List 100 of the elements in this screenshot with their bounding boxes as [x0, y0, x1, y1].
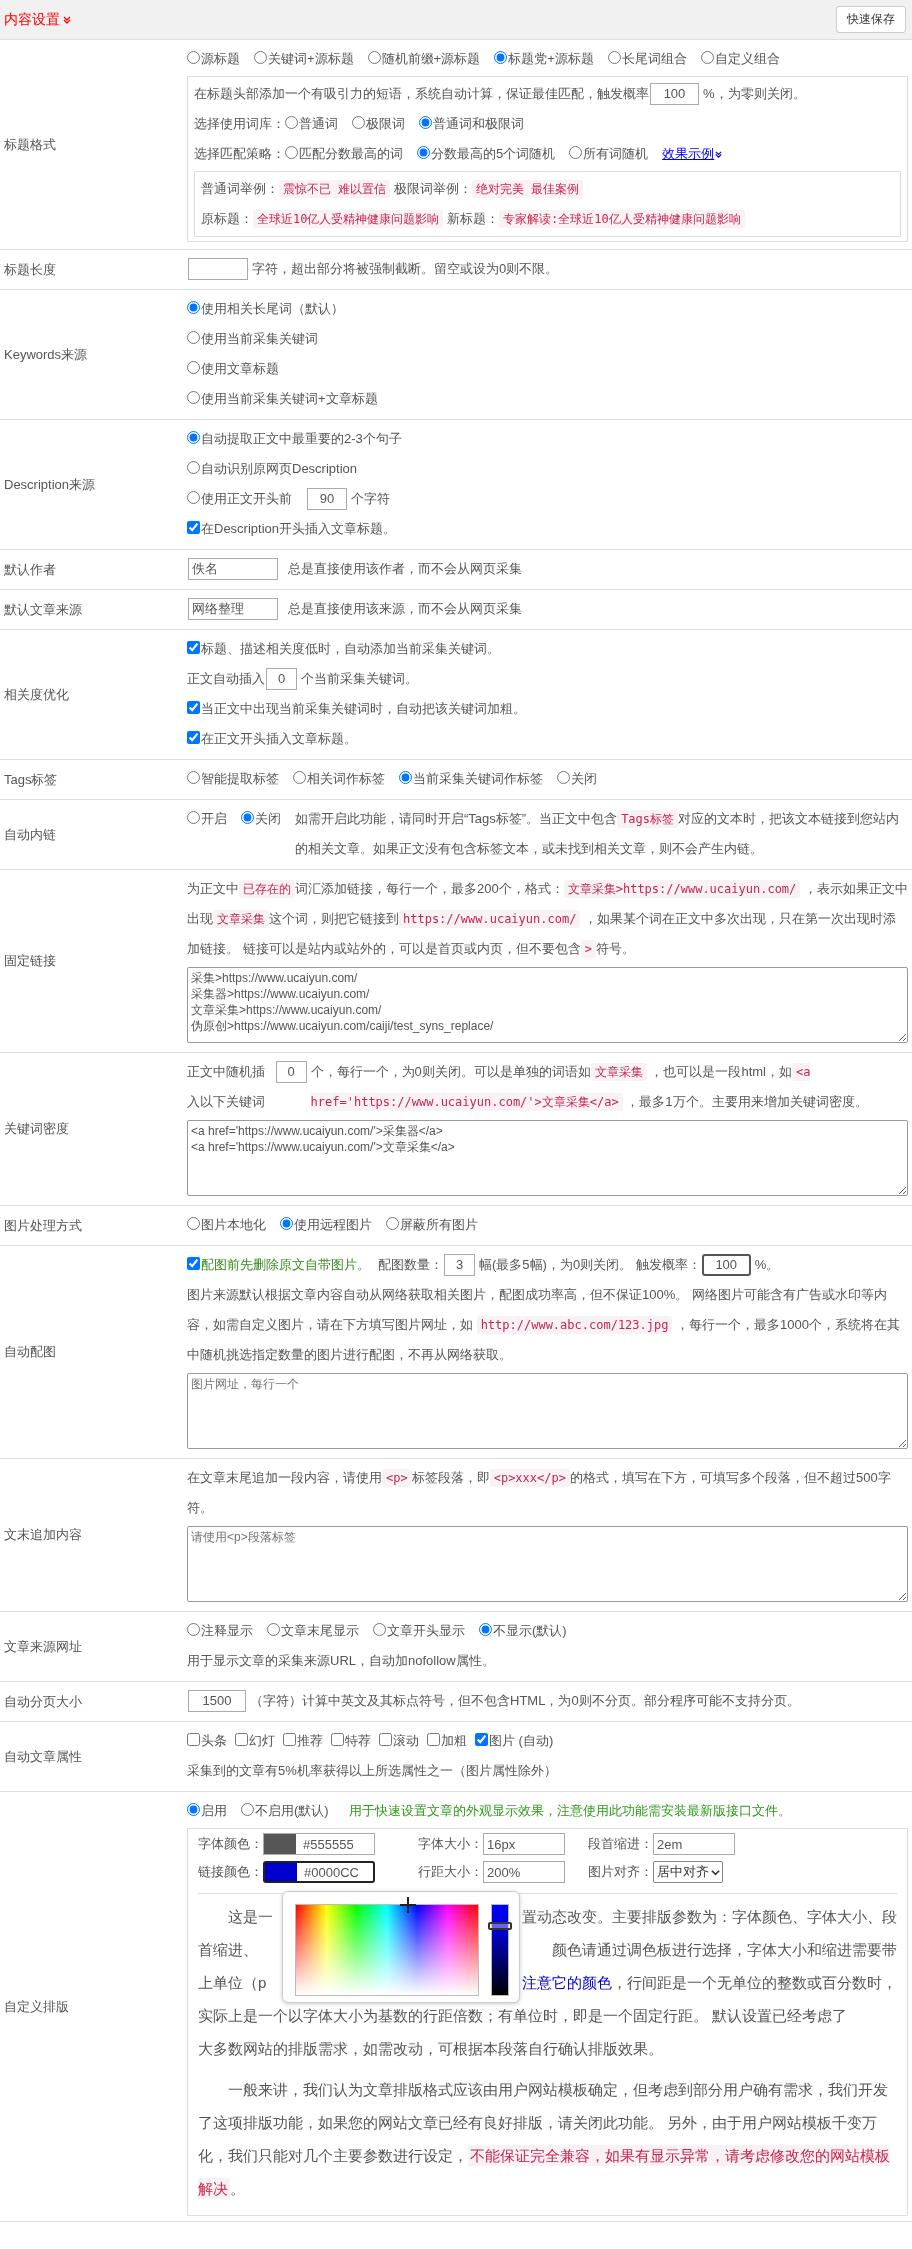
radio-button[interactable] [386, 1217, 399, 1230]
radio-option[interactable]: 匹配分数最高的词 [285, 139, 403, 169]
radio-option[interactable]: 普通词和极限词 [419, 109, 524, 139]
number-field[interactable]: 0 [275, 1061, 307, 1083]
checkbox[interactable] [187, 731, 200, 744]
section-title[interactable]: 内容设置 [4, 10, 72, 29]
checkbox-option[interactable]: 滚动 [379, 1726, 419, 1756]
checkbox-option[interactable]: 配图前先删除原文自带图片。 [187, 1250, 370, 1280]
radio-option[interactable]: 关闭 [241, 804, 281, 834]
text-area[interactable]: <a href='https://www.ucaiyun.com/'>采集器</a> <a href='https://www.ucaiyun.com/'>文章采集</a> [187, 1120, 908, 1196]
save-button[interactable]: 快速保存 [836, 6, 906, 33]
radio-option[interactable]: 使用远程图片 [280, 1210, 372, 1240]
radio-button[interactable] [367, 51, 381, 64]
radio-button[interactable] [557, 771, 570, 784]
radio-option[interactable]: 自定义组合 [700, 44, 780, 74]
radio-option[interactable]: 分数最高的5个词随机 [417, 139, 556, 169]
radio-option[interactable]: 图片本地化 [187, 1210, 266, 1240]
radio-button[interactable] [280, 1217, 293, 1230]
color-field[interactable]: #0000CC [263, 1861, 375, 1883]
radio-button[interactable] [352, 116, 365, 129]
radio-option[interactable]: 关键词+源标题 [254, 44, 354, 74]
checkbox-option[interactable]: 头条 [187, 1726, 227, 1756]
radio-option[interactable]: 标题党+源标题 [494, 44, 594, 74]
number-field[interactable]: 90 [307, 488, 347, 510]
number-field[interactable]: 3 [444, 1254, 475, 1276]
text-area[interactable]: 采集>https://www.ucaiyun.com/ 采集器>https://www.ucaiyun.com/ 文章采集>https://www.ucaiyun.com/ 伪原创>https://www.ucaiyun.com/caiji/test_syns_replace/ [187, 967, 908, 1043]
radio-option[interactable]: 相关词作标签 [293, 764, 385, 794]
radio-button[interactable] [187, 361, 200, 374]
checkbox-option[interactable]: 加粗 [427, 1726, 467, 1756]
radio-button[interactable] [187, 771, 200, 784]
checkbox-option[interactable]: 在Description开头插入文章标题。 [187, 514, 397, 544]
checkbox[interactable] [331, 1733, 344, 1746]
radio-option[interactable]: 使用正文开头前 [187, 484, 292, 514]
checkbox[interactable] [379, 1733, 392, 1746]
radio-button[interactable] [267, 1623, 280, 1636]
radio-button[interactable] [373, 1623, 386, 1636]
radio-button[interactable] [254, 51, 267, 64]
number-field[interactable] [188, 258, 248, 280]
radio-button[interactable] [187, 431, 200, 444]
text-area[interactable]: 图片网址，每行一个 [187, 1373, 908, 1449]
radio-button[interactable] [187, 811, 200, 824]
color-spectrum[interactable] [295, 1904, 479, 1996]
radio-option[interactable]: 自动提取正文中最重要的2-3个句子 [187, 424, 402, 454]
slider-handle[interactable] [488, 1922, 512, 1930]
text-field[interactable]: 2em [653, 1833, 735, 1855]
radio-button[interactable] [187, 391, 200, 404]
radio-option[interactable]: 长尾词组合 [607, 44, 687, 74]
text-field[interactable]: 16px [483, 1833, 565, 1855]
radio-option[interactable]: 当前采集关键词作标签 [399, 764, 543, 794]
radio-button[interactable] [419, 116, 432, 129]
radio-button[interactable] [607, 51, 621, 64]
radio-button[interactable] [417, 146, 430, 159]
align-select[interactable]: 居中对齐 [653, 1861, 723, 1883]
number-field[interactable]: 100 [701, 1254, 751, 1276]
radio-button[interactable] [187, 301, 200, 314]
checkbox-option[interactable]: 标题、描述相关度低时，自动添加当前采集关键词。 [187, 634, 500, 664]
radio-option[interactable]: 使用当前采集关键词+文章标题 [187, 384, 378, 414]
radio-option[interactable]: 关闭 [557, 764, 597, 794]
radio-button[interactable] [187, 1803, 200, 1816]
number-field[interactable]: 1500 [188, 1690, 246, 1712]
radio-button[interactable] [494, 51, 508, 64]
radio-option[interactable]: 使用相关长尾词（默认） [187, 294, 344, 324]
radio-option[interactable]: 文章末尾显示 [267, 1616, 359, 1646]
text-field[interactable]: 网络整理 [188, 598, 278, 620]
link[interactable]: 注意它的颜色 [522, 1974, 612, 1991]
checkbox-option[interactable]: 图片 (自动) [475, 1726, 554, 1756]
radio-option[interactable]: 屏蔽所有图片 [386, 1210, 478, 1240]
text-field[interactable]: 佚名 [188, 558, 278, 580]
radio-button[interactable] [241, 1803, 254, 1816]
radio-button[interactable] [700, 51, 714, 64]
radio-button[interactable] [187, 1217, 200, 1230]
radio-option[interactable]: 文章开头显示 [373, 1616, 465, 1646]
checkbox-option[interactable]: 在正文开头插入文章标题。 [187, 724, 357, 754]
text-area[interactable]: 请使用<p>段落标签 [187, 1526, 908, 1602]
radio-option[interactable]: 源标题 [187, 44, 240, 74]
radio-option[interactable]: 不显示(默认) [479, 1616, 567, 1646]
radio-option[interactable]: 使用当前采集关键词 [187, 324, 318, 354]
radio-button[interactable] [187, 331, 200, 344]
checkbox-option[interactable]: 幻灯 [235, 1726, 275, 1756]
number-field[interactable]: 100 [650, 83, 699, 105]
radio-button[interactable] [187, 461, 200, 474]
radio-button[interactable] [187, 1623, 200, 1636]
color-field[interactable]: #555555 [263, 1833, 375, 1855]
checkbox[interactable] [187, 641, 200, 654]
text-field[interactable]: 200% [483, 1861, 565, 1883]
radio-option[interactable]: 所有词随机 [569, 139, 649, 169]
checkbox[interactable] [283, 1733, 296, 1746]
radio-button[interactable] [285, 146, 298, 159]
radio-option[interactable]: 智能提取标签 [187, 764, 279, 794]
example-link[interactable]: 效果示例 [662, 139, 724, 169]
radio-option[interactable]: 普通词 [285, 109, 338, 139]
brightness-slider[interactable] [491, 1904, 509, 1996]
radio-button[interactable] [187, 51, 200, 64]
radio-button[interactable] [569, 146, 583, 159]
radio-button[interactable] [285, 116, 298, 129]
checkbox[interactable] [187, 701, 200, 714]
checkbox[interactable] [427, 1733, 440, 1746]
radio-option[interactable]: 启用 [187, 1796, 227, 1826]
radio-option[interactable]: 随机前缀+源标题 [367, 44, 481, 74]
radio-option[interactable]: 使用文章标题 [187, 354, 279, 384]
